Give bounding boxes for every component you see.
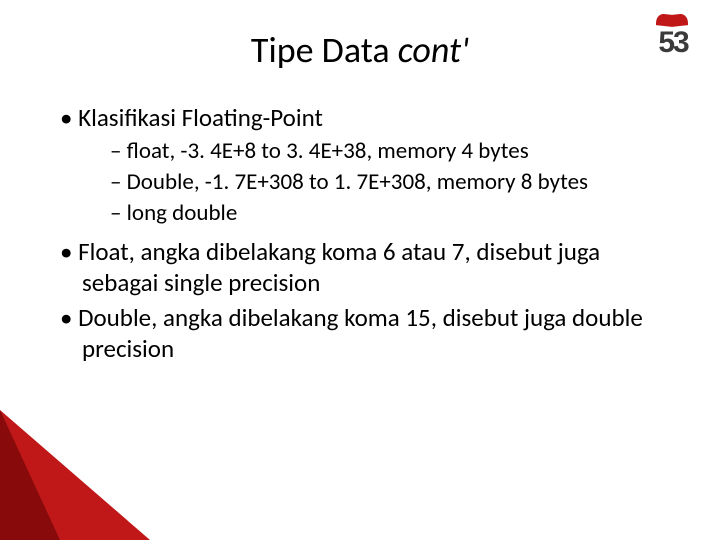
bullet-level2: Double, -1. 7E+308 to 1. 7E+308, memory … <box>110 168 670 197</box>
logo-icon: 53 <box>648 14 698 62</box>
bullet-text: Klasifikasi Floating-Point <box>78 102 323 133</box>
bullet-level1: Float, angka dibelakang koma 6 atau 7, d… <box>60 236 670 299</box>
bullet-level1: Double, angka dibelakang koma 15, disebu… <box>60 302 670 365</box>
title-text-italic: cont' <box>398 28 469 72</box>
bullet-level1: Klasifikasi Floating-Point <box>60 102 670 133</box>
title-text-plain: Tipe Data <box>251 28 398 72</box>
slide: 53 Tipe Data cont' Klasifikasi Floating-… <box>0 0 720 540</box>
bullet-text: float, -3. 4E+8 to 3. 4E+38, memory 4 by… <box>127 137 529 165</box>
bullet-text: long double <box>127 199 238 227</box>
logo-book-right <box>672 13 688 27</box>
logo-book-left <box>656 13 672 27</box>
slide-title: Tipe Data cont' <box>50 28 670 72</box>
corner-accent-dark-icon <box>0 410 60 540</box>
bullet-level2: long double <box>110 199 670 228</box>
slide-content: Klasifikasi Floating-Point float, -3. 4E… <box>50 102 670 365</box>
logo-number: 53 <box>648 26 698 60</box>
bullet-text: Float, angka dibelakang koma 6 atau 7, d… <box>78 236 600 298</box>
bullet-level2: float, -3. 4E+8 to 3. 4E+38, memory 4 by… <box>110 137 670 166</box>
bullet-text: Double, -1. 7E+308 to 1. 7E+308, memory … <box>127 168 588 196</box>
bullet-text: Double, angka dibelakang koma 15, disebu… <box>78 302 643 364</box>
